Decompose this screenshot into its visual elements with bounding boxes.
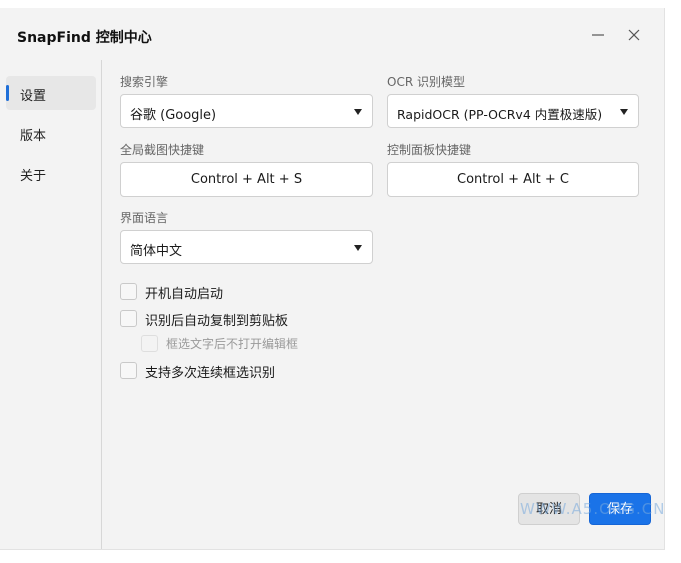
checkbox-box <box>120 310 137 327</box>
no-edit-box-checkbox: 框选文字后不打开编辑框 <box>141 334 341 354</box>
chevron-down-icon <box>354 109 362 115</box>
control-center-window: SnapFind 控制中心 设置 版本 关于 搜索引擎 谷歌 (Google) … <box>0 8 665 550</box>
checkbox-label: 框选文字后不打开编辑框 <box>166 337 299 351</box>
language-value: 简体中文 <box>130 244 183 259</box>
checkbox-label: 支持多次连续框选识别 <box>145 366 276 381</box>
minimize-button[interactable] <box>585 22 611 48</box>
sidebar-item-settings[interactable]: 设置 <box>6 76 96 110</box>
search-engine-select[interactable]: 谷歌 (Google) <box>120 94 373 128</box>
save-button[interactable]: 保存 <box>589 493 651 525</box>
chevron-down-icon <box>620 109 628 115</box>
checkbox-box <box>120 283 137 300</box>
cancel-button[interactable]: 取消 <box>518 493 580 525</box>
close-button[interactable] <box>621 22 647 48</box>
sidebar-item-label: 版本 <box>20 129 47 144</box>
language-label: 界面语言 <box>120 211 169 225</box>
checkbox-label: 识别后自动复制到剪贴板 <box>145 314 289 329</box>
minimize-icon <box>592 34 604 36</box>
chevron-down-icon <box>354 245 362 251</box>
global-hotkey-field[interactable]: Control + Alt + S <box>120 162 373 197</box>
ocr-model-value: RapidOCR (PP-OCRv4 内置极速版) <box>397 107 603 122</box>
sidebar-item-about[interactable]: 关于 <box>6 156 96 190</box>
checkbox-box <box>141 335 158 352</box>
title-bar: SnapFind 控制中心 <box>0 8 664 60</box>
sidebar-item-label: 设置 <box>20 89 47 104</box>
panel-hotkey-field[interactable]: Control + Alt + C <box>387 162 639 197</box>
multi-select-checkbox[interactable]: 支持多次连续框选识别 <box>120 361 320 381</box>
ocr-model-label: OCR 识别模型 <box>387 75 465 89</box>
sidebar-item-version[interactable]: 版本 <box>6 116 96 150</box>
sidebar: 设置 版本 关于 <box>0 60 102 549</box>
sidebar-item-label: 关于 <box>20 169 47 184</box>
panel-hotkey-label: 控制面板快捷键 <box>387 143 472 157</box>
search-engine-label: 搜索引擎 <box>120 75 169 89</box>
language-select[interactable]: 简体中文 <box>120 230 373 264</box>
auto-copy-checkbox[interactable]: 识别后自动复制到剪贴板 <box>120 309 340 329</box>
search-engine-value: 谷歌 (Google) <box>130 108 217 123</box>
active-indicator <box>6 85 9 101</box>
window-title: SnapFind 控制中心 <box>17 30 152 46</box>
ocr-model-select[interactable]: RapidOCR (PP-OCRv4 内置极速版) <box>387 94 639 128</box>
close-icon <box>628 29 640 41</box>
checkbox-label: 开机自动启动 <box>145 287 224 302</box>
auto-start-checkbox[interactable]: 开机自动启动 <box>120 282 320 302</box>
global-hotkey-label: 全局截图快捷键 <box>120 143 205 157</box>
checkbox-box <box>120 362 137 379</box>
